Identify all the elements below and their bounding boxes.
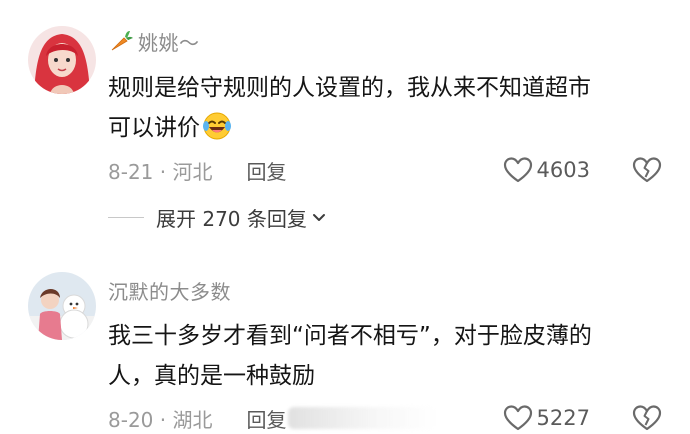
avatar-image [28,272,96,340]
comment-text-line: 可以讲价 [108,115,200,141]
avatar-image [28,26,96,94]
username[interactable]: 沉默的大多数 [108,276,231,305]
comment-meta: 8-20 · 湖北 回复 5227 [108,402,662,434]
reply-button[interactable]: 回复 [246,404,286,433]
expand-replies-label: 展开 270 条回复 [156,206,307,231]
heart-icon [503,157,532,183]
chevron-down-icon [311,209,327,225]
blurred-region [288,407,439,429]
like-button[interactable]: 5227 [503,404,590,432]
like-count: 4603 [536,158,590,182]
like-count: 5227 [536,406,590,430]
expand-replies-button[interactable]: 展开 270 条回复 [108,202,327,232]
laughing-tears-emoji [202,111,232,141]
avatar[interactable] [28,272,96,340]
username[interactable]: 姚姚～ [138,27,200,56]
dislike-button[interactable] [632,404,662,432]
broken-heart-icon [632,157,662,183]
date-location: 8-21 · 河北 [108,159,213,184]
like-button[interactable]: 4603 [503,156,590,184]
comment-text-line: 规则是给守规则的人设置的，我从来不知道超市 [108,75,591,101]
comment-item: 姚姚～ 规则是给守规则的人设置的，我从来不知道超市 可以讲价 8-21 · 河北… [0,0,690,250]
comment-text: 我三十多岁才看到“问者不相亏”，对于脸皮薄的 人，真的是一种鼓励 [108,316,668,396]
date-location: 8-20 · 湖北 [108,407,213,432]
reply-button[interactable]: 回复 [246,156,286,185]
comment-text: 规则是给守规则的人设置的，我从来不知道超市 可以讲价 [108,68,668,148]
comment-meta: 8-21 · 河北 回复 4603 [108,154,662,186]
avatar[interactable] [28,26,96,94]
heart-icon [503,405,532,431]
carrot-icon [108,28,134,54]
dislike-button[interactable] [632,156,662,184]
broken-heart-icon [632,405,662,431]
username-row: 姚姚～ [108,26,200,56]
comment-item: 沉默的大多数 我三十多岁才看到“问者不相亏”，对于脸皮薄的 人，真的是一种鼓励 … [0,262,690,432]
comment-text-line-2: 可以讲价 [108,108,668,148]
comment-text-line: 人，真的是一种鼓励 [108,363,315,389]
username-row: 沉默的大多数 [108,275,231,305]
divider-line [108,216,144,218]
comment-text-line: 我三十多岁才看到“问者不相亏”，对于脸皮薄的 [108,323,592,349]
